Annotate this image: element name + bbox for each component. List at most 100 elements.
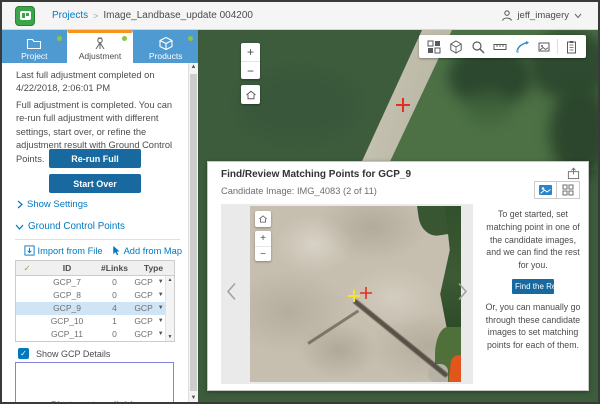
type-dropdown-icon[interactable]: ▼ — [158, 302, 164, 315]
cube-icon — [158, 36, 174, 51]
home-icon — [245, 89, 257, 101]
gcp-row[interactable]: GCP_11 0 GCP▼ — [16, 328, 165, 341]
basemap-button[interactable] — [445, 35, 467, 58]
gcp-photo-placeholder: Photo not available — [15, 362, 174, 402]
rerun-full-button[interactable]: Re-run Full — [49, 149, 141, 168]
show-settings-toggle[interactable]: Show Settings — [17, 199, 88, 210]
measure-button[interactable] — [489, 35, 511, 58]
divider — [15, 239, 180, 240]
candidate-image-viewer: + − — [221, 204, 473, 384]
image-display-button[interactable] — [533, 35, 555, 58]
gcp-row[interactable]: GCP_8 0 GCP▼ — [16, 289, 165, 302]
grid-view-button[interactable] — [557, 181, 580, 199]
import-icon — [24, 245, 35, 256]
adjustment-panel: Last full adjustment completed on 4/22/2… — [2, 63, 188, 402]
candidate-image-label: Candidate Image: IMG_4083 (2 of 11) — [221, 186, 377, 196]
gcp-row-selected[interactable]: GCP_9 4 GCP▼ — [16, 302, 165, 315]
zoom-in-button[interactable]: + — [241, 43, 260, 61]
overview-grid-button[interactable] — [423, 35, 445, 58]
gcp-table-body: GCP_7 0 GCP▼ GCP_8 0 GCP▼ GCP_9 4 GCP▼ — [16, 276, 174, 341]
view-toggles — [534, 181, 580, 199]
clipboard-button[interactable] — [560, 35, 582, 58]
gcp-section-toggle[interactable]: Ground Control Points — [15, 221, 125, 232]
project-title: Image_Landbase_update 004200 — [103, 10, 253, 21]
map-zoom-control: + − — [241, 43, 260, 79]
single-image-view-button[interactable] — [534, 181, 557, 199]
add-from-map-link[interactable]: Add from Map — [111, 245, 182, 256]
matching-point-cross-red — [360, 287, 372, 299]
scroll-down-icon[interactable]: ▼ — [189, 395, 198, 401]
basemap-icon — [449, 40, 463, 54]
user-menu[interactable]: jeff_imagery — [501, 9, 586, 22]
next-image-button[interactable] — [457, 282, 468, 307]
adjustment-icon — [92, 36, 108, 51]
gcp-actions: Import from File Add from Map — [2, 245, 182, 256]
gcp-table: ✓ ID #Links Type GCP_7 0 GCP▼ GCP_8 0 GC… — [15, 260, 175, 342]
gcp-row[interactable]: GCP_7 0 GCP▼ — [16, 276, 165, 289]
column-id: ID — [38, 261, 96, 275]
show-gcp-details-row: ✓ Show GCP Details — [18, 348, 110, 359]
breadcrumb-separator: > — [93, 11, 98, 21]
chevron-down-icon — [15, 224, 24, 230]
type-dropdown-icon[interactable]: ▼ — [158, 328, 164, 341]
scroll-down-icon[interactable]: ▼ — [166, 334, 174, 340]
map-toolbar — [419, 35, 586, 58]
user-name: jeff_imagery — [517, 10, 569, 21]
map-tree — [466, 90, 511, 125]
instruction-primary: To get started, set matching point in on… — [482, 208, 584, 272]
home-extent-button[interactable] — [241, 85, 260, 104]
app-window: Projects > Image_Landbase_update 004200 … — [0, 0, 600, 404]
grid-view-icon — [562, 184, 574, 196]
panel-title: Find/Review Matching Points for GCP_9 — [221, 169, 411, 180]
find-the-rest-button[interactable]: Find the Rest — [512, 279, 554, 294]
instructions: To get started, set matching point in on… — [482, 208, 584, 352]
scrollbar-thumb[interactable] — [190, 74, 197, 391]
map-canvas[interactable]: + − — [198, 30, 598, 402]
folder-icon — [26, 36, 42, 51]
start-over-button[interactable]: Start Over — [49, 174, 141, 193]
matching-points-panel: Find/Review Matching Points for GCP_9 Ca… — [207, 161, 589, 391]
show-gcp-details-checkbox[interactable]: ✓ — [18, 348, 29, 359]
photo-unavailable-text: Photo not available — [16, 400, 173, 402]
pole-shadow — [352, 299, 448, 378]
chevron-down-icon — [574, 13, 582, 19]
check-column-icon: ✓ — [16, 261, 38, 275]
show-gcp-details-label: Show GCP Details — [36, 349, 110, 359]
tab-products[interactable]: Products — [132, 30, 198, 63]
type-dropdown-icon[interactable]: ▼ — [158, 289, 164, 302]
image-home-button[interactable] — [255, 211, 271, 227]
pole-shadow — [307, 310, 359, 345]
status-dot — [188, 36, 193, 41]
top-bar: Projects > Image_Landbase_update 004200 … — [2, 2, 598, 30]
breadcrumb-projects-link[interactable]: Projects — [52, 10, 88, 21]
gcp-location-cross — [396, 98, 410, 112]
status-dot — [122, 36, 127, 41]
type-dropdown-icon[interactable]: ▼ — [158, 276, 164, 289]
candidate-image[interactable]: + − — [250, 206, 461, 382]
table-scrollbar[interactable]: ▲ ▼ — [165, 276, 174, 341]
map-tree — [238, 70, 358, 140]
sketch-button[interactable] — [511, 35, 533, 58]
vegetation — [417, 206, 449, 238]
matching-point-cross-yellow — [348, 290, 360, 302]
instruction-secondary: Or, you can manually go through these ca… — [482, 301, 584, 352]
tab-project[interactable]: Project — [2, 30, 67, 63]
type-dropdown-icon[interactable]: ▼ — [158, 315, 164, 328]
previous-image-button[interactable] — [226, 282, 237, 307]
search-button[interactable] — [467, 35, 489, 58]
zoom-out-button[interactable]: − — [241, 61, 260, 79]
chevron-right-icon — [457, 282, 468, 302]
import-from-file-link[interactable]: Import from File — [24, 245, 103, 256]
gcp-row[interactable]: GCP_10 1 GCP▼ — [16, 315, 165, 328]
panel-scrollbar[interactable]: ▲ ▼ — [188, 63, 198, 402]
overview-grid-icon — [427, 40, 441, 54]
zoom-in-button[interactable]: + — [255, 231, 271, 246]
column-type: Type — [133, 261, 174, 275]
tab-adjustment[interactable]: Adjustment — [67, 30, 133, 63]
scroll-up-icon[interactable]: ▲ — [166, 277, 174, 283]
scroll-up-icon[interactable]: ▲ — [189, 64, 198, 70]
column-links: #Links — [96, 261, 133, 275]
image-zoom-control: + − — [255, 231, 271, 261]
search-icon — [471, 40, 485, 54]
zoom-out-button[interactable]: − — [255, 246, 271, 261]
